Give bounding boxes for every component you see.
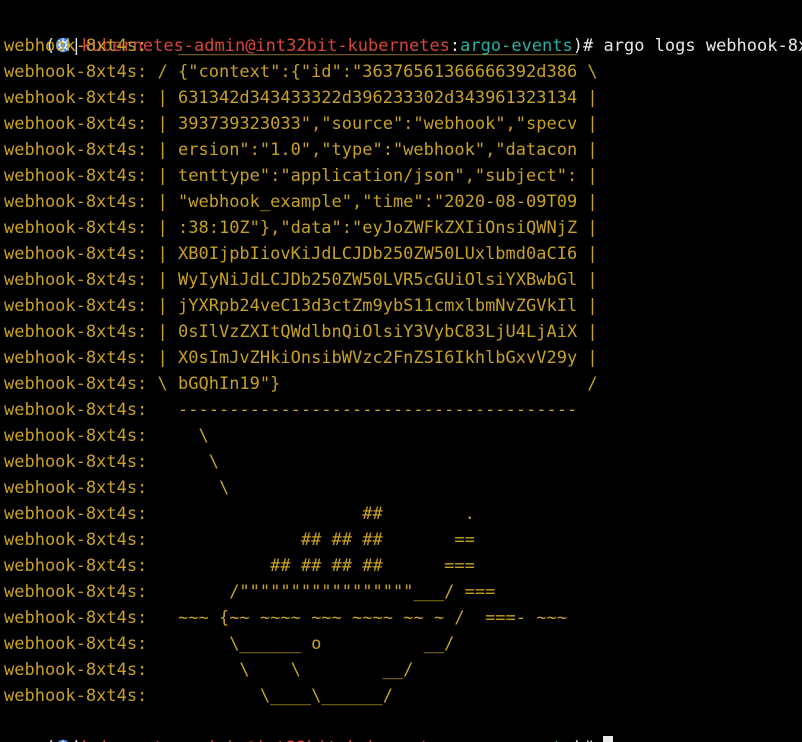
- prompt-context: kubernetes-admin@int32bit-kubernetes: [81, 738, 449, 742]
- prompt-line-top: ( |kubernetes-admin@int32bit-kubernetes:…: [4, 7, 802, 56]
- prompt-bar: |: [71, 738, 81, 742]
- log-content: \: [157, 426, 209, 446]
- log-line: webhook-8xt4s: /"""""""""""""""""___/ ==…: [4, 579, 495, 605]
- log-line: webhook-8xt4s: \: [4, 423, 209, 449]
- log-line: webhook-8xt4s: \ \ __/: [4, 657, 413, 683]
- log-content: | XB0IjpbIiovKiJdLCJDb250ZW50LUxlbmd0aCI…: [157, 244, 598, 264]
- log-content: \ bGQhIn19"} /: [157, 374, 598, 394]
- pod-prefix: webhook-8xt4s:: [4, 478, 148, 498]
- log-line: webhook-8xt4s: ## ## ## ## ===: [4, 553, 475, 579]
- pod-prefix: webhook-8xt4s:: [4, 504, 148, 524]
- log-line: webhook-8xt4s: \____\______/: [4, 683, 393, 709]
- pod-prefix: webhook-8xt4s:: [4, 114, 148, 134]
- log-content: \: [157, 478, 230, 498]
- log-line: webhook-8xt4s: -------------------------…: [4, 397, 587, 423]
- prompt-open-paren: (: [45, 738, 55, 742]
- log-content: / {"context":{"id":"36376561366666392d38…: [157, 62, 598, 82]
- pod-prefix: webhook-8xt4s:: [4, 530, 148, 550]
- pod-prefix: webhook-8xt4s:: [4, 400, 148, 420]
- log-content: | jYXRpb24veC13d3ctZm9ybS11cmxlbmNvZGVkI…: [157, 296, 598, 316]
- pod-prefix: webhook-8xt4s:: [4, 426, 148, 446]
- pod-prefix: webhook-8xt4s:: [4, 62, 148, 82]
- log-content: \______ o __/: [157, 634, 455, 654]
- prompt-namespace: argo-events: [460, 738, 573, 742]
- log-line: webhook-8xt4s: | 0sIlVzZXItQWdlbnQiOlsiY…: [4, 319, 598, 345]
- log-content: | :38:10Z"},"data":"eyJoZWFkZXIiOnsiQWNj…: [157, 218, 598, 238]
- pod-prefix: webhook-8xt4s:: [4, 686, 148, 706]
- log-content: | "webhook_example","time":"2020-08-09T0…: [157, 192, 598, 212]
- log-line: webhook-8xt4s: \: [4, 475, 229, 501]
- terminal-cursor[interactable]: [603, 736, 614, 742]
- prompt-colon: :: [450, 738, 460, 742]
- log-line: webhook-8xt4s: ~~~ {~~ ~~~~ ~~~ ~~~~ ~~ …: [4, 605, 567, 631]
- pod-prefix: webhook-8xt4s:: [4, 582, 148, 602]
- log-content: ~~~ {~~ ~~~~ ~~~ ~~~~ ~~ ~ / ===- ~~~: [157, 608, 567, 628]
- pod-prefix: webhook-8xt4s:: [4, 244, 148, 264]
- pod-prefix: webhook-8xt4s:: [4, 218, 148, 238]
- log-line: webhook-8xt4s: | "webhook_example","time…: [4, 189, 598, 215]
- pod-prefix: webhook-8xt4s:: [4, 140, 148, 160]
- pod-prefix: webhook-8xt4s:: [4, 322, 148, 342]
- log-line: webhook-8xt4s: \______ o __/: [4, 631, 454, 657]
- log-content: | 631342d343433322d396233302d34396132313…: [157, 88, 598, 108]
- pod-prefix: webhook-8xt4s:: [4, 296, 148, 316]
- log-content: | ersion":"1.0","type":"webhook","dataco…: [157, 140, 598, 160]
- pod-prefix: webhook-8xt4s:: [4, 348, 148, 368]
- log-content: | WyIyNiJdLCJDb250ZW50LVR5cGUiOlsiYXBwbG…: [157, 270, 598, 290]
- log-line: webhook-8xt4s: ## ## ## ==: [4, 527, 475, 553]
- pod-prefix: webhook-8xt4s:: [4, 660, 148, 680]
- log-content: ---------------------------------------: [157, 400, 588, 420]
- log-line: webhook-8xt4s: | X0sImJvZHkiOnsibWVzc2Fn…: [4, 345, 598, 371]
- log-line: webhook-8xt4s: \ bGQhIn19"} /: [4, 371, 598, 397]
- log-content: | X0sImJvZHkiOnsibWVzc2FnZSI6IkhlbGxvV29…: [157, 348, 598, 368]
- log-content: \ \ __/: [157, 660, 414, 680]
- log-line: webhook-8xt4s: | XB0IjpbIiovKiJdLCJDb250…: [4, 241, 598, 267]
- log-line: webhook-8xt4s: | :38:10Z"},"data":"eyJoZ…: [4, 215, 598, 241]
- log-content: /"""""""""""""""""___/ ===: [157, 582, 496, 602]
- command-text: argo logs webhook-8xt4s: [603, 36, 802, 56]
- pod-prefix: webhook-8xt4s:: [4, 88, 148, 108]
- log-line: webhook-8xt4s: ## .: [4, 501, 475, 527]
- log-line: webhook-8xt4s: | tenttype":"application/…: [4, 163, 598, 189]
- pod-prefix: webhook-8xt4s:: [4, 608, 148, 628]
- log-line: webhook-8xt4s: / {"context":{"id":"36376…: [4, 59, 598, 85]
- pod-prefix: webhook-8xt4s:: [4, 270, 148, 290]
- pod-prefix: webhook-8xt4s:: [4, 374, 148, 394]
- pod-prefix: webhook-8xt4s:: [4, 452, 148, 472]
- log-content: _______________________________________: [157, 36, 588, 56]
- log-content: ## ## ## ## ===: [157, 556, 475, 576]
- log-line: webhook-8xt4s: | ersion":"1.0","type":"w…: [4, 137, 598, 163]
- prompt-line-bottom[interactable]: ( |kubernetes-admin@int32bit-kubernetes:…: [4, 709, 614, 742]
- log-content: \____\______/: [157, 686, 393, 706]
- pod-prefix: webhook-8xt4s:: [4, 634, 148, 654]
- pod-prefix: webhook-8xt4s:: [4, 192, 148, 212]
- log-line: webhook-8xt4s: \: [4, 449, 219, 475]
- log-content: | 0sIlVzZXItQWdlbnQiOlsiY3VybC83LjU4LjAi…: [157, 322, 598, 342]
- log-line: webhook-8xt4s: | WyIyNiJdLCJDb250ZW50LVR…: [4, 267, 598, 293]
- log-content: | tenttype":"application/json","subject"…: [157, 166, 598, 186]
- log-line: webhook-8xt4s: | jYXRpb24veC13d3ctZm9ybS…: [4, 293, 598, 319]
- log-content: \: [157, 452, 219, 472]
- log-line: webhook-8xt4s: | 393739323033","source":…: [4, 111, 598, 137]
- log-line: webhook-8xt4s: _________________________…: [4, 33, 587, 59]
- terminal-window[interactable]: ( |kubernetes-admin@int32bit-kubernetes:…: [0, 0, 802, 742]
- log-content: | 393739323033","source":"webhook","spec…: [157, 114, 598, 134]
- pod-prefix: webhook-8xt4s:: [4, 36, 148, 56]
- log-content: ## .: [157, 504, 475, 524]
- log-line: webhook-8xt4s: | 631342d343433322d396233…: [4, 85, 598, 111]
- pod-prefix: webhook-8xt4s:: [4, 556, 148, 576]
- log-content: ## ## ## ==: [157, 530, 475, 550]
- pod-prefix: webhook-8xt4s:: [4, 166, 148, 186]
- prompt-close: )#: [573, 738, 604, 742]
